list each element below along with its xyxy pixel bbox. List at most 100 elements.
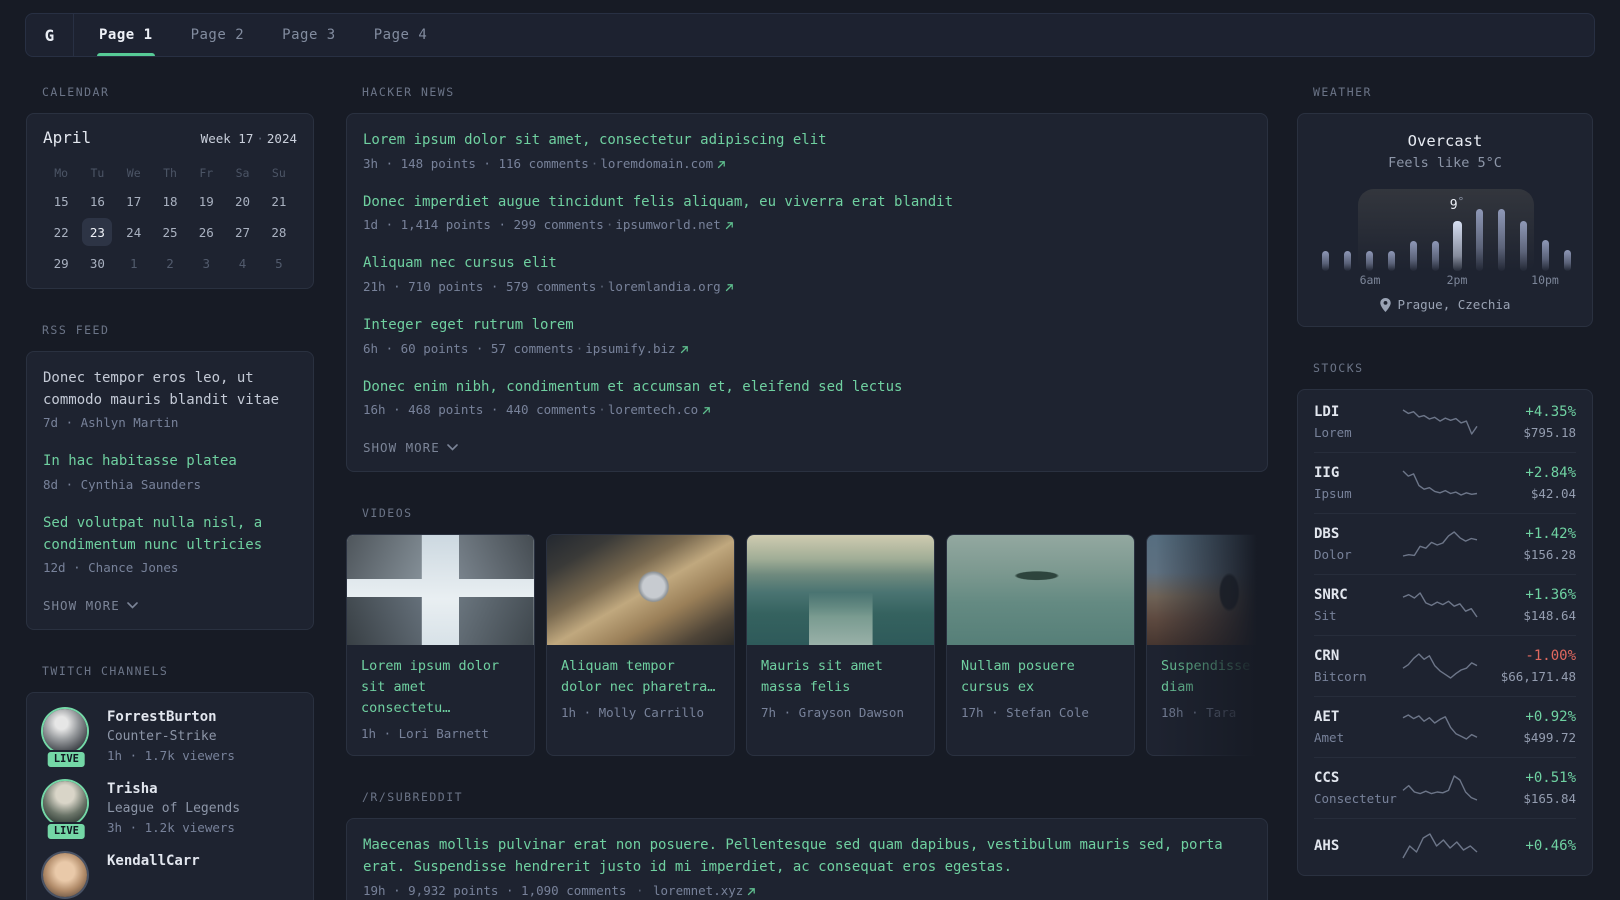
tab-page-3[interactable]: Page 3 [263, 14, 355, 56]
rss-show-more-button[interactable]: SHOW MORE [43, 596, 138, 613]
reddit-post: Maecenas mollis pulvinar erat non posuer… [363, 835, 1251, 897]
rss-section: RSS FEED Donec tempor eros leo, ut commo… [26, 323, 314, 631]
twitch-channel-category: League of Legends [107, 801, 241, 817]
item-domain-link[interactable]: ipsumworld.net [615, 217, 733, 232]
rss-item: Sed volutpat nulla nisl, a condimentum n… [43, 513, 297, 575]
hackernews-item-title[interactable]: Donec imperdiet augue tincidunt felis al… [363, 192, 1251, 214]
reddit-post-title[interactable]: Maecenas mollis pulvinar erat non posuer… [363, 835, 1251, 878]
calendar-day-number: 5 [275, 255, 283, 271]
tab-label: Page 2 [190, 27, 245, 43]
calendar-day-number: 2 [166, 255, 174, 271]
rss-item-title[interactable]: Sed volutpat nulla nisl, a condimentum n… [43, 513, 297, 556]
weather-bar [1321, 251, 1329, 271]
temperature-value: 9 [1449, 198, 1458, 213]
item-domain-link[interactable]: loremlandia.org [608, 279, 734, 294]
tab-page-2[interactable]: Page 2 [172, 14, 264, 56]
stock-sparkline [1400, 590, 1480, 620]
stock-sparkline [1400, 407, 1480, 437]
stock-ticker: CCS [1314, 770, 1340, 786]
stocks-widget: LDI Lorem +4.35% $795.18 IIG Ipsum +2.84% $42.0… [1297, 389, 1593, 876]
stock-row[interactable]: CCS Consectetur +0.51% $165.84 [1314, 757, 1576, 818]
stock-name: Lorem [1314, 425, 1352, 440]
weather-bar-slot: 9° [1446, 195, 1468, 271]
section-label-stocks: STOCKS [1313, 361, 1364, 375]
post-domain-link[interactable]: loremnet.xyz [653, 883, 756, 898]
stock-id: CRN Bitcorn [1314, 648, 1400, 684]
stock-row[interactable]: DBS Dolor +1.42% $156.28 [1314, 513, 1576, 574]
rss-item-title[interactable]: In hac habitasse platea [43, 451, 297, 473]
video-thumbnail-towers [347, 535, 534, 646]
item-meta-text: 3h · 148 points · 116 comments [363, 155, 589, 171]
stock-row[interactable]: AET Amet +0.92% $499.72 [1314, 696, 1576, 757]
weather-hour-labels: 6am 2pm 10pm [1314, 273, 1578, 287]
twitch-channel[interactable]: LIVE Trisha League of Legends 3h · 1.2k vie… [43, 781, 297, 842]
stock-row[interactable]: IIG Ipsum +2.84% $42.04 [1314, 452, 1576, 513]
weather-hourly-chart: 9° 6am 2pm 10pm [1314, 185, 1578, 287]
video-card[interactable]: Aliquam tempor dolor nec pharetra… 1h · … [546, 534, 735, 757]
calendar-day: 5 [261, 248, 297, 278]
weather-section: WEATHER Overcast Feels like 5°C 9° 6am 2p… [1297, 85, 1593, 327]
calendar-day: 17 [116, 186, 152, 216]
calendar-day: 28 [261, 217, 297, 247]
item-domain-link[interactable]: ipsumify.biz [585, 341, 688, 356]
hackernews-item-title[interactable]: Donec enim nibh, condimentum et accumsan… [363, 377, 1251, 399]
video-card[interactable]: Mauris sit amet massa felis 7h · Grayson… [746, 534, 935, 757]
tab-page-4[interactable]: Page 4 [355, 14, 447, 56]
twitch-channel-info: KendallCarr [107, 853, 200, 897]
stock-id: SNRC Sit [1314, 587, 1400, 623]
stock-id: AET Amet [1314, 709, 1400, 745]
hackernews-item-title[interactable]: Lorem ipsum dolor sit amet, consectetur … [363, 130, 1251, 152]
tab-page-1[interactable]: Page 1 [80, 14, 172, 56]
section-label-calendar: CALENDAR [42, 85, 110, 99]
video-title: Nullam posuere cursus ex [961, 658, 1075, 696]
stock-row[interactable]: CRN Bitcorn -1.00% $66,171.48 [1314, 635, 1576, 696]
rss-item-meta: 8d · Cynthia Saunders [43, 477, 202, 493]
stock-sparkline [1400, 529, 1480, 559]
calendar-weekday: Sa [235, 166, 250, 180]
calendar-section: CALENDAR April Week 17 · 2024 Mo Tu We Th Fr Sa… [26, 85, 314, 289]
rss-item-title[interactable]: Donec tempor eros leo, ut commodo mauris… [43, 368, 297, 411]
stock-row[interactable]: LDI Lorem +4.35% $795.18 [1314, 392, 1576, 452]
twitch-channel-meta: 3h · 1.2k viewers [107, 820, 235, 836]
twitch-channel[interactable]: LIVE ForrestBurton Counter-Strike 1h · 1.7k… [43, 709, 297, 770]
calendar-day: 20 [224, 186, 260, 216]
item-domain-link[interactable]: loremdomain.com [600, 156, 726, 171]
stock-quote: +1.42% $156.28 [1480, 526, 1576, 562]
calendar-day-number: 23 [82, 218, 113, 246]
calendar-weekday: Th [163, 166, 177, 180]
hackernews-item-title[interactable]: Aliquam nec cursus elit [363, 253, 1251, 275]
calendar-weekday: We [126, 166, 141, 180]
item-domain-link[interactable]: loremtech.co [608, 402, 711, 417]
video-card[interactable]: Suspendisse diam 18h · Tara [1146, 534, 1268, 757]
stock-row[interactable]: AHS +0.46% [1314, 818, 1576, 873]
item-domain: ipsumworld.net [615, 217, 721, 233]
top-nav: G Page 1 Page 2 Page 3 Page 4 [25, 13, 1595, 57]
calendar-day: 22 [43, 217, 79, 247]
app-logo[interactable]: G [26, 14, 74, 56]
calendar-day: 30 [79, 248, 115, 278]
stock-price: $66,171.48 [1500, 669, 1576, 684]
video-card[interactable]: Nullam posuere cursus ex 17h · Stefan Co… [946, 534, 1135, 757]
stock-change: +0.51% [1525, 770, 1576, 786]
tab-label: Page 3 [282, 27, 336, 43]
stock-price: $156.28 [1523, 547, 1576, 562]
calendar-day-number: 26 [198, 224, 214, 240]
calendar-month: April [43, 128, 92, 147]
stock-row[interactable]: SNRC Sit +1.36% $148.64 [1314, 574, 1576, 635]
stock-sparkline [1400, 651, 1480, 681]
weather-bar [1431, 241, 1439, 271]
item-meta-text: 6h · 60 points · 57 comments [363, 340, 574, 356]
twitch-channel[interactable]: KendallCarr [43, 853, 297, 898]
external-link-icon [725, 284, 733, 292]
section-label-twitch: TWITCH CHANNELS [42, 664, 169, 679]
calendar-day: 26 [188, 217, 224, 247]
weather-bar-slot [1380, 251, 1402, 271]
hackernews-item-title[interactable]: Integer eget rutrum lorem [363, 315, 1251, 337]
hackernews-item-meta: 21h · 710 points · 579 comments · loremlan… [363, 279, 1251, 294]
nav-tabs: Page 1 Page 2 Page 3 Page 4 [74, 14, 446, 56]
calendar-day-number: 28 [271, 224, 287, 240]
sparkline-chart [1402, 592, 1478, 618]
stock-sparkline [1400, 712, 1480, 742]
video-card[interactable]: Lorem ipsum dolor sit amet consectetu… 1… [346, 534, 535, 757]
hackernews-show-more-button[interactable]: SHOW MORE [363, 438, 458, 455]
